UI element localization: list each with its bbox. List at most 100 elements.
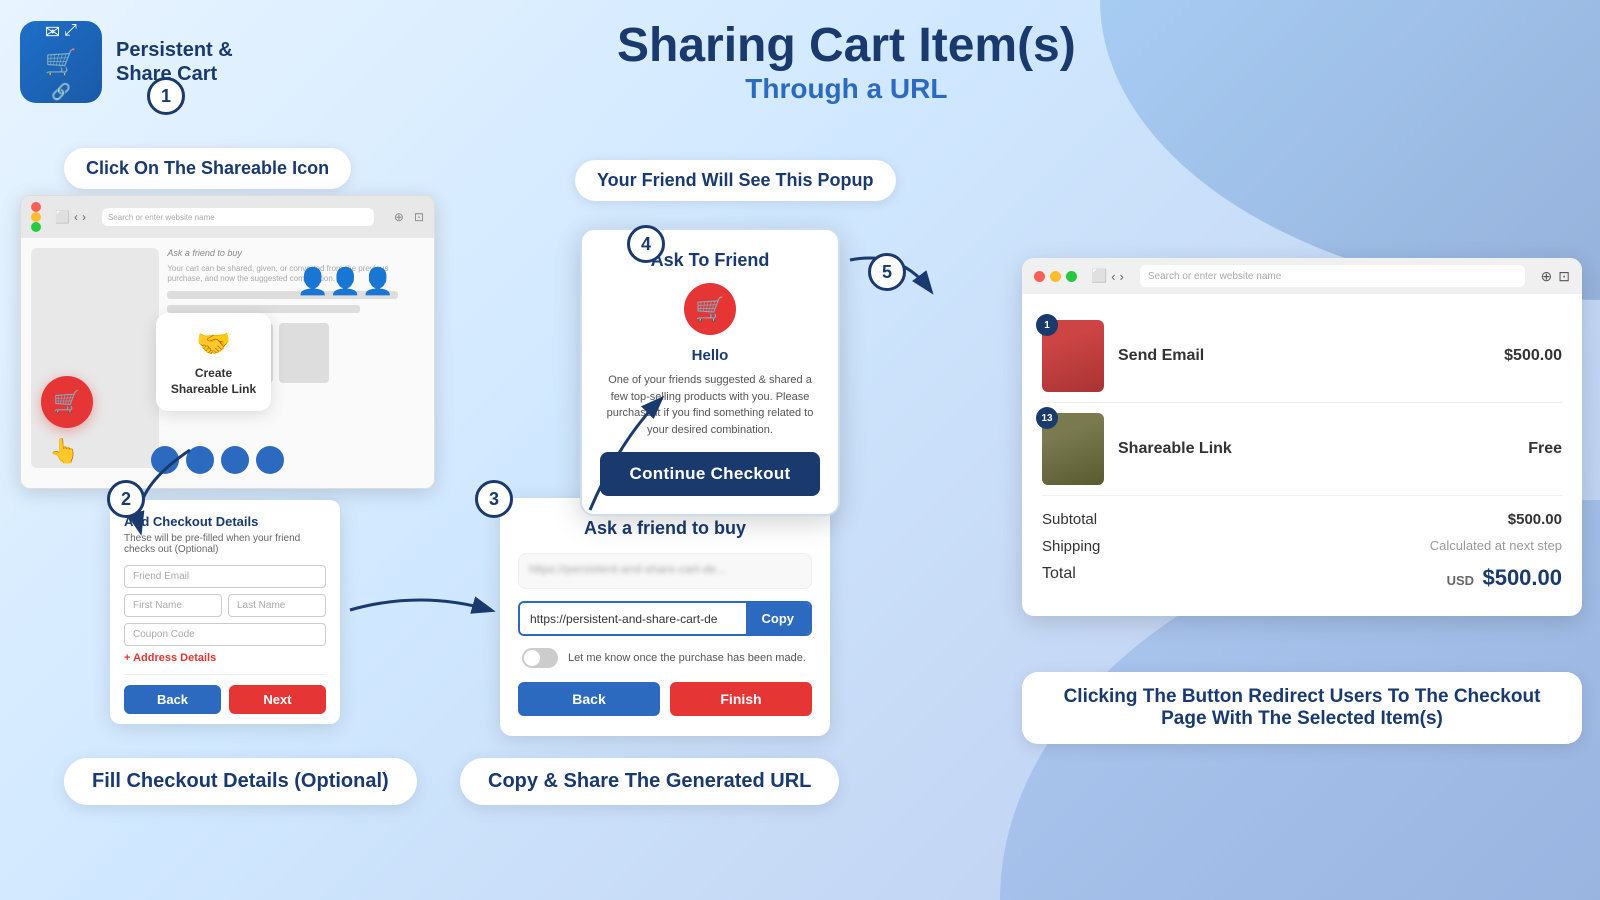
nav-back: ‹ bbox=[74, 210, 78, 224]
url-preview-blur: https://persistent-and-share-cart-de... bbox=[518, 553, 812, 589]
people-icons: 👤👤👤 bbox=[297, 266, 394, 297]
browser-cart-mockup: ⬜ ‹ › Search or enter website name ⊕ ⊡ 1 bbox=[1022, 258, 1582, 616]
browser-bar-1: ⬜ ‹ › Search or enter website name ⊕ ⊡ bbox=[21, 196, 434, 238]
toggle-row: Let me know once the purchase has been m… bbox=[518, 648, 812, 668]
browser-search-bar: Search or enter website name bbox=[102, 208, 374, 226]
cursor-hand: 👆 bbox=[49, 437, 79, 466]
search-placeholder: Search or enter website name bbox=[108, 213, 215, 222]
browser-cart-section: ⬜ ‹ › Search or enter website name ⊕ ⊡ 1 bbox=[1022, 258, 1582, 616]
nav-dot-1 bbox=[151, 446, 179, 474]
bc-more[interactable]: ⊡ bbox=[1558, 268, 1570, 285]
arrow-2-to-3 bbox=[340, 580, 500, 640]
browser-action-2: ⊡ bbox=[414, 210, 424, 224]
bc-content: 1 Send Email $500.00 13 Shareable Link F… bbox=[1022, 294, 1582, 616]
total-label: Total bbox=[1042, 565, 1076, 591]
ask-friend-popup: Ask To Friend 🛒 Hello One of your friend… bbox=[580, 228, 840, 516]
copy-button[interactable]: Copy bbox=[746, 603, 811, 634]
field-email[interactable]: Friend Email bbox=[124, 565, 326, 588]
popup-message: One of your friends suggested & shared a… bbox=[600, 372, 820, 438]
step-circle-5: 5 bbox=[868, 253, 906, 291]
total-row: Total USD $500.00 bbox=[1042, 560, 1562, 596]
item1-badge: 1 bbox=[1036, 314, 1058, 336]
back-button-step3[interactable]: Back bbox=[518, 682, 660, 716]
bc-dots bbox=[1034, 271, 1077, 282]
bc-bar: ⬜ ‹ › Search or enter website name ⊕ ⊡ bbox=[1022, 258, 1582, 294]
browser-content-1: Ask a friend to buy Your cart can be sha… bbox=[21, 238, 434, 488]
next-button-step2[interactable]: Next bbox=[229, 685, 326, 714]
cart-summary: Subtotal $500.00 Shipping Calculated at … bbox=[1042, 496, 1562, 600]
item2-name: Shareable Link bbox=[1118, 440, 1514, 458]
bc-dot-yellow bbox=[1050, 271, 1061, 282]
continue-checkout-button[interactable]: Continue Checkout bbox=[600, 452, 820, 496]
total-value-wrap: USD $500.00 bbox=[1447, 565, 1562, 591]
create-link-icon: 🤝 bbox=[166, 327, 261, 360]
bc-nav-next[interactable]: › bbox=[1120, 268, 1124, 284]
item1-name: Send Email bbox=[1118, 347, 1490, 365]
form-divider bbox=[124, 674, 326, 675]
create-link-box: 🤝 Create Shareable Link bbox=[156, 313, 271, 411]
address-toggle[interactable]: + Address Details bbox=[124, 652, 326, 664]
url-input[interactable] bbox=[520, 603, 746, 634]
field-firstname[interactable]: First Name bbox=[124, 594, 222, 617]
bc-search-text: Search or enter website name bbox=[1148, 271, 1281, 282]
field-coupon[interactable]: Coupon Code bbox=[124, 623, 326, 646]
callout-copy-share: Copy & Share The Generated URL bbox=[460, 758, 839, 805]
link-icon: 🔗 bbox=[51, 82, 71, 102]
right-callout: Clicking The Button Redirect Users To Th… bbox=[1022, 672, 1582, 744]
logo-line1: Persistent & bbox=[116, 38, 233, 62]
checkout-form-title: Add Checkout Details bbox=[124, 514, 326, 529]
shipping-value: Calculated at next step bbox=[1430, 538, 1562, 555]
item2-thumb-wrap: 13 bbox=[1042, 413, 1104, 485]
field-lastname[interactable]: Last Name bbox=[228, 594, 326, 617]
url-input-row: Copy bbox=[518, 601, 812, 636]
shipping-label: Shipping bbox=[1042, 538, 1100, 555]
browser-dot-red bbox=[31, 202, 41, 212]
finish-button[interactable]: Finish bbox=[670, 682, 812, 716]
step-circle-1: 1 bbox=[147, 77, 185, 115]
step-circle-3: 3 bbox=[475, 480, 513, 518]
browser-section-1: ⬜ ‹ › Search or enter website name ⊕ ⊡ A… bbox=[20, 195, 435, 489]
item2-price: Free bbox=[1528, 440, 1562, 458]
cart-icon: 🛒 bbox=[45, 47, 77, 78]
callout-popup: Your Friend Will See This Popup bbox=[575, 160, 896, 201]
checkout-form: Add Checkout Details These will be pre-f… bbox=[110, 500, 340, 724]
bc-nav-back[interactable]: ⬜ bbox=[1091, 268, 1107, 284]
bc-search-bar[interactable]: Search or enter website name bbox=[1140, 265, 1525, 287]
cart-floating-button[interactable]: 🛒 bbox=[41, 376, 93, 428]
browser-dot-green bbox=[31, 222, 41, 232]
item1-price: $500.00 bbox=[1504, 347, 1562, 365]
nav-icon: ⬜ bbox=[55, 210, 70, 224]
callout-fill-checkout: Fill Checkout Details (Optional) bbox=[64, 758, 417, 805]
toggle-switch[interactable] bbox=[522, 648, 558, 668]
subtotal-row: Subtotal $500.00 bbox=[1042, 506, 1562, 533]
step-circle-4: 4 bbox=[627, 225, 665, 263]
name-row: First Name Last Name bbox=[124, 594, 326, 617]
total-amount: $500.00 bbox=[1482, 565, 1562, 590]
bc-action-btns: ⊕ ⊡ bbox=[1541, 268, 1570, 285]
bc-nav-prev[interactable]: ‹ bbox=[1111, 268, 1115, 284]
bc-dot-green bbox=[1066, 271, 1077, 282]
share-panel-buttons: Back Finish bbox=[518, 682, 812, 716]
share-url-panel: Ask a friend to buy https://persistent-a… bbox=[500, 498, 830, 736]
browser-left-col bbox=[31, 248, 159, 468]
email-icon: ✉ bbox=[45, 22, 60, 43]
callout-click-icon: Click On The Shareable Icon bbox=[64, 148, 351, 189]
item2-badge: 13 bbox=[1036, 407, 1058, 429]
subtotal-value: $500.00 bbox=[1508, 511, 1562, 528]
step-circle-2: 2 bbox=[107, 480, 145, 518]
cart-item-row-1: 1 Send Email $500.00 bbox=[1042, 310, 1562, 403]
cart-item-row-2: 13 Shareable Link Free bbox=[1042, 403, 1562, 496]
bc-dot-red bbox=[1034, 271, 1045, 282]
back-button-step2[interactable]: Back bbox=[124, 685, 221, 714]
nav-forward: › bbox=[82, 210, 86, 224]
browser-action-1: ⊕ bbox=[394, 210, 404, 224]
text-line-2 bbox=[167, 305, 360, 313]
bc-nav[interactable]: ⬜ ‹ › bbox=[1091, 268, 1124, 284]
popup-greeting: Hello bbox=[600, 347, 820, 364]
browser-tagline: Ask a friend to buy bbox=[167, 248, 424, 258]
shipping-row: Shipping Calculated at next step bbox=[1042, 533, 1562, 560]
browser-mockup-1: ⬜ ‹ › Search or enter website name ⊕ ⊡ A… bbox=[20, 195, 435, 489]
bc-add-tab[interactable]: ⊕ bbox=[1541, 268, 1553, 285]
popup-cart-icon: 🛒 bbox=[684, 283, 736, 335]
nav-dot-4 bbox=[256, 446, 284, 474]
